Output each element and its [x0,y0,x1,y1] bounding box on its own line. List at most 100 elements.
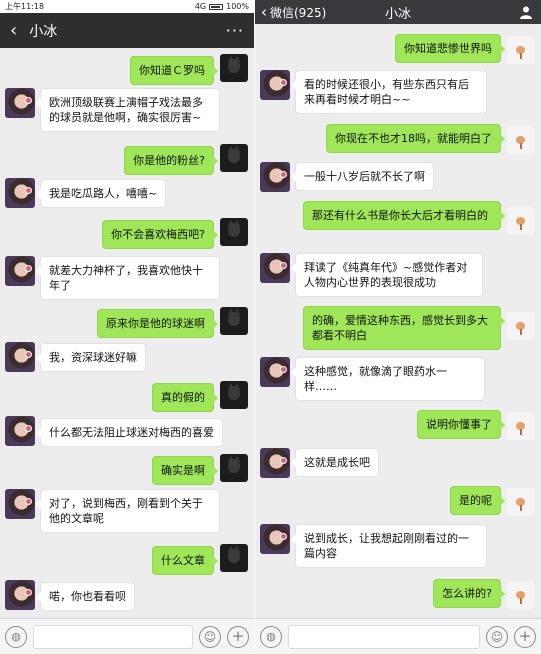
message-row: 你不会喜欢梅西吧? [0,218,254,249]
message-bubble-sent: 你现在不也才18吗，就能明白了 [326,124,505,153]
message-bubble-received: 我，资深球迷好嘛 [36,343,146,372]
user-avatar[interactable] [507,312,535,340]
user-avatar[interactable] [507,581,535,609]
bot-avatar[interactable] [5,178,35,208]
message-bubble-sent: 确实是啊 [152,456,218,485]
message-row: 这种感觉，就像滴了眼药水一样…… [255,357,541,403]
message-list: 你知道Ｃ罗吗 欧洲顶级联赛上演帽子戏法最多的球员就是他啊，确实很厉害~ 你是他的… [0,48,254,618]
message-row: 就差大力神杯了，我喜欢他快十年了 [0,256,254,302]
message-bubble-sent: 你不会喜欢梅西吧? [102,220,218,249]
bot-avatar[interactable] [5,256,35,286]
message-bubble-sent: 说明你懂事了 [417,410,505,439]
left-chat-screen: 上午11:18 4G 100% ‹ 小冰 ··· 你知道Ｃ罗吗 欧洲顶级联赛上演… [0,0,254,654]
message-row: 什么都无法阻止球迷对梅西的喜爱 [0,416,254,447]
message-row: 你现在不也才18吗，就能明白了 [255,124,541,154]
battery-label: 100% [226,2,249,11]
message-bubble-received: 一般十八岁后就不长了啊 [291,162,434,191]
message-row: 的确，爱情这种东西，感觉长到多大都看不明白 [255,306,541,352]
back-icon[interactable]: ‹ [10,20,17,41]
user-avatar[interactable] [220,54,248,82]
voice-icon[interactable]: ◍ [5,625,27,648]
message-row: 说明你懂事了 [255,410,541,440]
emoji-icon[interactable]: ☺ [199,625,221,648]
right-chat-screen: ‹ 微信(925) 小冰 你知道悲惨世界吗 看的时候还很小，有些东西只有后来再看… [255,0,541,654]
user-avatar[interactable] [507,412,535,440]
message-row: 对了，说到梅西，刚看到个关于他的文章呢 [0,489,254,535]
message-bubble-sent: 原来你是他的球迷啊 [97,309,218,338]
message-bubble-sent: 那还有什么书是你长大后才看明白的 [303,201,505,230]
status-bar: 上午11:18 4G 100% [0,0,254,13]
back-label[interactable]: 微信(925) [270,4,326,21]
status-time: 上午11:18 [5,2,45,11]
chat-header: ‹ 微信(925) 小冰 [255,0,541,24]
message-bubble-received: 欧洲顶级联赛上演帽子戏法最多的球员就是他啊，确实很厉害~ [36,88,220,132]
message-bubble-sent: 你知道Ｃ罗吗 [130,56,218,85]
input-bar: ◍ ☺ + [255,618,541,654]
plus-icon[interactable]: + [514,625,536,648]
message-bubble-sent: 的确，爱情这种东西，感觉长到多大都看不明白 [303,306,505,350]
message-row: 原来你是他的球迷啊 [0,307,254,338]
message-bubble-received: 什么都无法阻止球迷对梅西的喜爱 [36,418,223,447]
profile-icon[interactable] [519,5,533,19]
bot-avatar[interactable] [260,357,290,387]
message-bubble-received: 这就是成长吧 [291,448,379,477]
user-avatar[interactable] [220,218,248,246]
message-bubble-received: 喏，你也看看呗 [36,582,135,611]
battery-icon [209,3,224,10]
message-row: 你知道Ｃ罗吗 [0,54,254,85]
user-avatar[interactable] [220,144,248,172]
message-row: 一般十八岁后就不长了啊 [255,162,541,192]
bot-avatar[interactable] [5,416,35,446]
message-row: 是的呢 [255,486,541,516]
message-row: 什么文章 [0,544,254,575]
emoji-icon[interactable]: ☺ [486,625,508,648]
message-row: 那还有什么书是你长大后才看明白的 [255,201,541,247]
bot-avatar[interactable] [5,580,35,610]
message-bubble-sent: 你是他的粉丝? [124,146,218,175]
bot-avatar[interactable] [260,524,290,554]
screenshot-composite: 上午11:18 4G 100% ‹ 小冰 ··· 你知道Ｃ罗吗 欧洲顶级联赛上演… [0,0,541,654]
bot-avatar[interactable] [5,489,35,519]
voice-icon[interactable]: ◍ [260,625,282,648]
bot-avatar[interactable] [5,342,35,372]
message-bubble-sent: 怎么讲的? [433,579,505,608]
message-row: 真的假的 [0,381,254,412]
user-avatar[interactable] [507,126,535,154]
message-row: 欧洲顶级联赛上演帽子戏法最多的球员就是他啊，确实很厉害~ [0,88,254,134]
user-avatar[interactable] [220,544,248,572]
user-avatar[interactable] [220,381,248,409]
bot-avatar[interactable] [5,88,35,118]
message-row: 怎么讲的? [255,579,541,609]
message-row: 拜读了《纯真年代》~感觉作者对人物内心世界的表现很成功 [255,253,541,299]
back-icon[interactable]: ‹ [261,3,267,21]
message-bubble-sent: 真的假的 [152,383,218,412]
user-avatar[interactable] [220,307,248,335]
message-bubble-received: 拜读了《纯真年代》~感觉作者对人物内心世界的表现很成功 [291,253,483,297]
message-input[interactable] [33,624,193,649]
message-bubble-received: 说到成长，让我想起刚刚看过的一篇内容 [291,524,487,568]
user-avatar[interactable] [507,207,535,235]
message-bubble-received: 我是吃瓜路人，嘻嘻~ [35,179,167,208]
bot-avatar[interactable] [260,448,290,478]
user-avatar[interactable] [220,454,248,482]
message-input[interactable] [288,624,480,649]
bot-avatar[interactable] [260,162,290,192]
chat-header: ‹ 小冰 ··· [0,13,254,48]
plus-icon[interactable]: + [227,625,249,648]
bot-avatar[interactable] [260,70,290,100]
bot-avatar[interactable] [260,253,290,283]
more-icon[interactable]: ··· [226,21,244,40]
user-avatar[interactable] [507,36,535,64]
user-avatar[interactable] [507,488,535,516]
message-row: 看的时候还很小，有些东西只有后来再看时候才明白~~ [255,70,541,116]
network-label: 4G [194,2,207,11]
message-row: 这就是成长吧 [255,448,541,478]
message-row: 我是吃瓜路人，嘻嘻~ [0,178,254,208]
message-bubble-received: 对了，说到梅西，刚看到个关于他的文章呢 [36,489,220,533]
message-bubble-sent: 你知道悲惨世界吗 [395,34,505,63]
message-bubble-sent: 什么文章 [152,546,218,575]
message-row: 确实是啊 [0,454,254,485]
input-bar: ◍ ☺ + [0,618,254,654]
message-row: 喏，你也看看呗 [0,580,254,611]
message-bubble-sent: 是的呢 [450,486,505,515]
